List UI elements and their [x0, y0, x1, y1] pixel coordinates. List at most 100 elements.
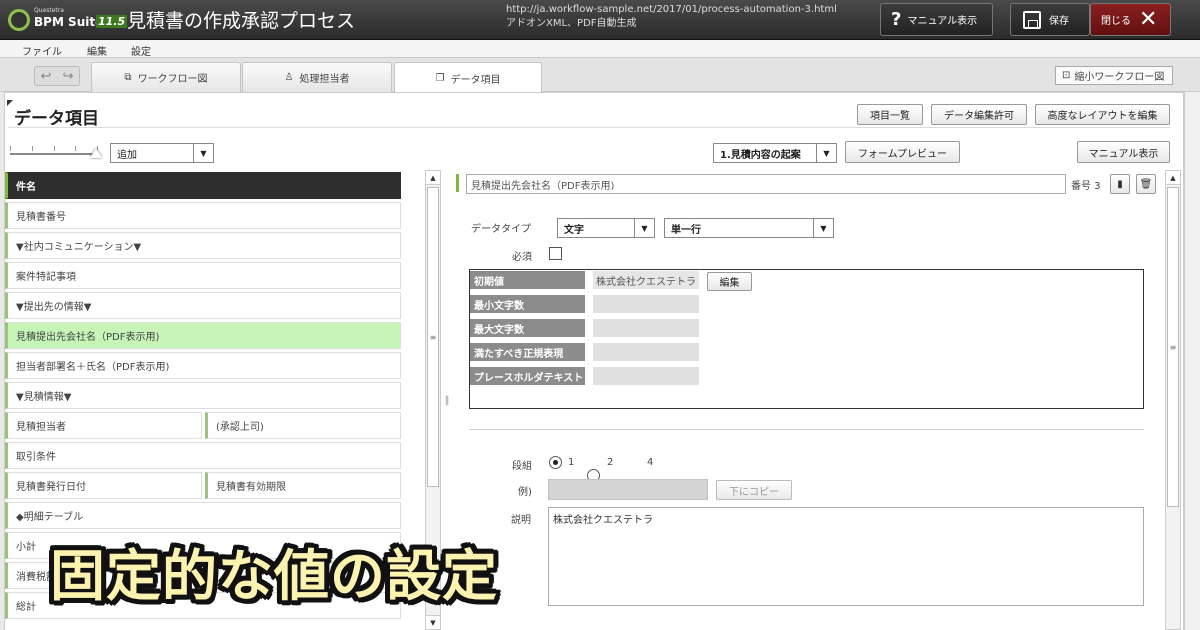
person-icon: ♙ — [284, 72, 294, 83]
list-item[interactable]: 見積書発行日付 — [5, 472, 202, 499]
menu-edit[interactable]: 編集 — [87, 43, 107, 58]
undo-icon[interactable]: ↩ — [41, 69, 52, 84]
tab-data-items[interactable]: ❐ データ項目 — [394, 62, 542, 93]
logo-version: 11.5 — [96, 15, 128, 28]
list-scroll-thumb[interactable]: ≡ — [427, 187, 439, 487]
edit-initial-button[interactable]: 編集 — [707, 272, 752, 291]
logo-sub-text: Questetra — [34, 7, 64, 14]
step-select[interactable]: 1.見積内容の起案 ▼ — [713, 143, 837, 163]
required-label: 必須 — [512, 252, 532, 263]
delete-button[interactable]: 🗑 — [1136, 174, 1156, 194]
header-divider — [8, 127, 1170, 128]
close-icon: ✕ — [1139, 6, 1158, 32]
redo-icon[interactable]: ↪ — [63, 69, 74, 84]
zoom-slider-thumb[interactable] — [90, 148, 102, 158]
description-label: 説明 — [511, 515, 531, 526]
scroll-up-icon[interactable]: ▲ — [1166, 171, 1180, 185]
required-checkbox[interactable] — [549, 247, 562, 260]
copy-button[interactable]: ▮ — [1110, 174, 1130, 194]
description-textarea[interactable]: 株式会社クエステトラ — [548, 507, 1144, 606]
list-item[interactable]: 見積担当者 — [5, 412, 202, 439]
detail-scrollbar[interactable]: ▲ ≡ — [1165, 170, 1181, 630]
prop-value-regex[interactable] — [593, 343, 699, 361]
list-item[interactable]: 担当者部署名＋氏名（PDF表示用) — [5, 352, 401, 379]
tab-assignees[interactable]: ♙ 処理担当者 — [242, 62, 392, 92]
list-item[interactable]: ▼提出先の情報▼ — [5, 292, 401, 319]
data-edit-permission-button[interactable]: データ編集許可 — [931, 104, 1027, 125]
prop-label-regex: 満たすべき正規表現 — [470, 343, 585, 361]
zoom-slider[interactable] — [10, 153, 98, 155]
list-item[interactable]: ◆明細テーブル — [5, 502, 401, 529]
menu-settings[interactable]: 設定 — [131, 43, 151, 58]
example-label: 例) — [518, 487, 532, 498]
prop-value-max[interactable] — [593, 319, 699, 337]
list-item[interactable]: 案件特記事項 — [5, 262, 401, 289]
example-input[interactable] — [548, 479, 708, 500]
columns-option-1: 1 — [568, 457, 575, 468]
prop-label-min: 最小文字数 — [470, 295, 585, 313]
detail-scroll-thumb[interactable]: ≡ — [1167, 187, 1179, 507]
logo-name: BPM Suite — [34, 15, 104, 29]
chevron-down-icon: ▼ — [634, 219, 654, 237]
page-scrollbar[interactable] — [1184, 92, 1200, 630]
list-item[interactable]: ▼社内コミュニケーション▼ — [5, 232, 401, 259]
prop-label-initial: 初期値 — [470, 271, 585, 289]
tab-assignees-label: 処理担当者 — [299, 74, 350, 85]
section-divider — [469, 429, 1144, 430]
columns-radio-1[interactable] — [549, 456, 562, 469]
close-button[interactable]: 閉じる ✕ — [1090, 3, 1171, 36]
trash-icon: 🗑 — [1139, 178, 1153, 190]
scroll-down-icon[interactable]: ▼ — [426, 615, 440, 629]
mini-workflow-button[interactable]: ⊡ 縮小ワークフロー図 — [1055, 66, 1173, 85]
data-type-label: データタイプ — [471, 224, 531, 235]
field-number: 番号 3 — [1071, 181, 1101, 192]
chevron-down-icon: ▼ — [813, 219, 833, 237]
line-type-value: 単一行 — [671, 224, 701, 236]
list-item[interactable]: (承認上司) — [205, 412, 401, 439]
save-button[interactable]: 保存 — [1010, 3, 1090, 36]
tab-bar: ↩ ↪ ⧉ ワークフロー図 ♙ 処理担当者 ❐ データ項目 — [0, 58, 1200, 93]
columns-option-4: 4 — [647, 457, 654, 468]
prop-value-min[interactable] — [593, 295, 699, 313]
add-select[interactable]: 追加 ▼ — [110, 143, 214, 163]
list-header[interactable]: 件名 — [5, 172, 401, 199]
page-title: データ項目 — [14, 109, 99, 129]
copy-icon: ▮ — [1117, 178, 1123, 190]
manual-button-top[interactable]: ? マニュアル表示 — [880, 3, 993, 36]
form-preview-button[interactable]: フォームプレビュー — [845, 141, 960, 163]
prop-value-initial: 株式会社クエステトラ — [593, 271, 699, 289]
add-select-value: 追加 — [117, 149, 137, 161]
list-item[interactable]: ▼見積情報▼ — [5, 382, 401, 409]
corner-marker — [7, 100, 13, 106]
manual-button[interactable]: マニュアル表示 — [1077, 141, 1170, 163]
step-select-value: 1.見積内容の起案 — [720, 149, 801, 161]
process-url-info: http://ja.workflow-sample.net/2017/01/pr… — [506, 3, 837, 31]
chevron-down-icon: ▼ — [193, 144, 213, 162]
mini-workflow-label: 縮小ワークフロー図 — [1074, 72, 1165, 83]
scroll-up-icon[interactable]: ▲ — [426, 171, 440, 185]
undo-redo-group: ↩ ↪ — [34, 66, 80, 86]
field-name-input[interactable]: 見積提出先会社名（PDF表示用) — [466, 174, 1066, 194]
process-title: 見積書の作成承認プロセス — [127, 10, 356, 32]
process-url-note: アドオンXML、PDF自動生成 — [506, 18, 637, 29]
menu-bar: ファイル 編集 設定 — [0, 40, 1200, 58]
line-type-select[interactable]: 単一行 ▼ — [664, 218, 834, 238]
list-item[interactable]: 見積書番号 — [5, 202, 401, 229]
prop-value-placeholder[interactable] — [593, 367, 699, 385]
advanced-layout-button[interactable]: 高度なレイアウトを編集 — [1035, 104, 1170, 125]
item-list-button[interactable]: 項目一覧 — [857, 104, 923, 125]
list-item[interactable]: 見積書有効期限 — [205, 472, 401, 499]
workflow-icon: ⧉ — [124, 72, 132, 83]
process-url[interactable]: http://ja.workflow-sample.net/2017/01/pr… — [506, 3, 837, 17]
menu-file[interactable]: ファイル — [22, 43, 62, 58]
list-item-selected[interactable]: 見積提出先会社名（PDF表示用) — [5, 322, 401, 349]
close-button-label: 閉じる — [1101, 16, 1131, 27]
field-marker — [456, 174, 459, 192]
columns-label: 段組 — [512, 461, 532, 472]
copy-below-button[interactable]: 下にコピー — [716, 480, 792, 500]
tab-workflow[interactable]: ⧉ ワークフロー図 — [91, 62, 241, 92]
data-type-select[interactable]: 文字 ▼ — [557, 218, 655, 238]
list-item[interactable]: 取引条件 — [5, 442, 401, 469]
save-button-label: 保存 — [1049, 16, 1069, 27]
zoom-slider-ticks — [10, 146, 98, 152]
